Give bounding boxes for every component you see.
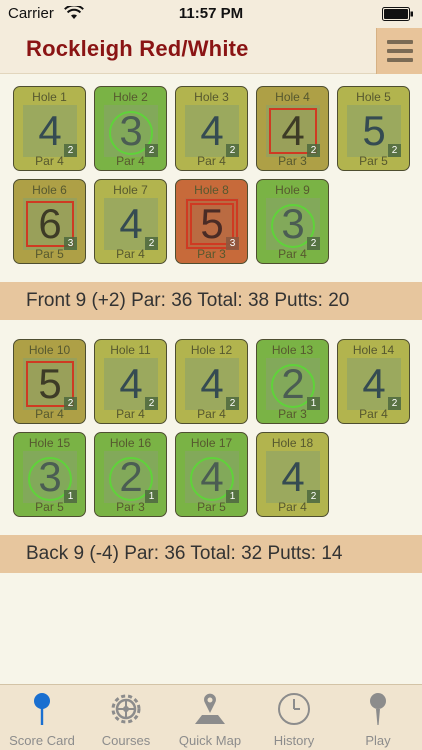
- tab-bar: Score Card Courses Quick Map History Pla…: [0, 684, 422, 750]
- hole-tile[interactable]: Hole 2 3 2 Par 4: [94, 86, 167, 171]
- hole-par-label: Par 4: [116, 247, 145, 261]
- hole-par-label: Par 4: [278, 500, 307, 514]
- hole-number-label: Hole 16: [109, 436, 152, 450]
- hole-number-label: Hole 18: [271, 436, 314, 450]
- score-box: 21: [266, 358, 320, 410]
- score-box: 41: [185, 451, 239, 503]
- hole-number-label: Hole 13: [271, 343, 314, 357]
- hole-number-label: Hole 15: [28, 436, 71, 450]
- hole-tile[interactable]: Hole 18 4 2 Par 4: [256, 432, 329, 517]
- score-box: 42: [266, 451, 320, 503]
- hole-par-label: Par 5: [35, 247, 64, 261]
- hole-number-label: Hole 7: [113, 183, 148, 197]
- hole-number-label: Hole 2: [113, 90, 148, 104]
- score-box: 31: [23, 451, 77, 503]
- front-nine-summary: Front 9 (+2) Par: 36 Total: 38 Putts: 20: [0, 282, 422, 320]
- tab-score-card[interactable]: Score Card: [0, 685, 84, 750]
- hole-par-label: Par 5: [35, 500, 64, 514]
- hole-tile[interactable]: Hole 16 2 1 Par 3: [94, 432, 167, 517]
- hole-number-label: Hole 3: [194, 90, 229, 104]
- tab-courses[interactable]: Courses: [84, 685, 168, 750]
- hole-tile[interactable]: Hole 10 5 2 Par 4: [13, 339, 86, 424]
- hole-number-label: Hole 9: [275, 183, 310, 197]
- hole-par-label: Par 4: [116, 407, 145, 421]
- hole-number-label: Hole 17: [190, 436, 233, 450]
- tab-history[interactable]: History: [252, 685, 336, 750]
- hole-par-label: Par 4: [35, 154, 64, 168]
- hole-par-label: Par 3: [116, 500, 145, 514]
- tab-label: History: [273, 733, 315, 748]
- score-box: 32: [266, 198, 320, 250]
- hole-tile[interactable]: Hole 4 4 2 Par 3: [256, 86, 329, 171]
- hole-number-label: Hole 1: [32, 90, 67, 104]
- hole-tile[interactable]: Hole 8 5 3 Par 3: [175, 179, 248, 264]
- score-box: 21: [104, 451, 158, 503]
- battery-icon: [382, 7, 413, 21]
- score-box: 53: [185, 198, 239, 250]
- hole-par-label: Par 4: [197, 407, 226, 421]
- tab-label: Quick Map: [178, 733, 242, 748]
- score-box: 42: [104, 358, 158, 410]
- hole-tile[interactable]: Hole 12 4 2 Par 4: [175, 339, 248, 424]
- score-box: 42: [185, 105, 239, 157]
- status-bar: Carrier 11:57 PM: [0, 0, 422, 28]
- hole-tile[interactable]: Hole 15 3 1 Par 5: [13, 432, 86, 517]
- hole-par-label: Par 4: [278, 247, 307, 261]
- hole-tile[interactable]: Hole 5 5 2 Par 5: [337, 86, 410, 171]
- hole-par-label: Par 5: [359, 154, 388, 168]
- course-title: Rockleigh Red/White: [26, 36, 249, 61]
- score-box: 52: [23, 358, 77, 410]
- tab-label: Score Card: [9, 733, 75, 748]
- hole-number-label: Hole 10: [28, 343, 71, 357]
- hole-number-label: Hole 14: [352, 343, 395, 357]
- pin-icon: [34, 693, 50, 725]
- hole-number-label: Hole 12: [190, 343, 233, 357]
- hole-par-label: Par 3: [197, 247, 226, 261]
- score-box: 42: [104, 198, 158, 250]
- status-time: 11:57 PM: [178, 5, 244, 22]
- hole-number-label: Hole 11: [110, 343, 151, 357]
- hole-number-label: Hole 8: [194, 183, 229, 197]
- hole-tile[interactable]: Hole 9 3 2 Par 4: [256, 179, 329, 264]
- clock-icon: [278, 693, 310, 725]
- hole-number-label: Hole 6: [32, 183, 67, 197]
- hole-par-label: Par 4: [197, 154, 226, 168]
- hole-par-label: Par 3: [278, 154, 307, 168]
- tab-play[interactable]: Play: [336, 685, 420, 750]
- hole-par-label: Par 4: [35, 407, 64, 421]
- back-nine-summary: Back 9 (-4) Par: 36 Total: 32 Putts: 14: [0, 535, 422, 573]
- tab-label: Play: [365, 733, 391, 748]
- menu-button[interactable]: [376, 28, 422, 74]
- hole-number-label: Hole 4: [275, 90, 310, 104]
- hole-tile[interactable]: Hole 1 4 2 Par 4: [13, 86, 86, 171]
- hole-tile[interactable]: Hole 14 4 2 Par 4: [337, 339, 410, 424]
- gear-icon: [111, 694, 141, 724]
- tab-label: Courses: [101, 733, 151, 748]
- score-box: 42: [266, 105, 320, 157]
- hole-tile[interactable]: Hole 11 4 2 Par 4: [94, 339, 167, 424]
- hole-tile[interactable]: Hole 3 4 2 Par 4: [175, 86, 248, 171]
- hole-number-label: Hole 5: [356, 90, 391, 104]
- tab-quick-map[interactable]: Quick Map: [168, 685, 252, 750]
- score-box: 63: [23, 198, 77, 250]
- nav-bar: Rockleigh Red/White: [0, 28, 422, 74]
- score-box: 42: [23, 105, 77, 157]
- hole-par-label: Par 3: [278, 407, 307, 421]
- map-pin-icon: [195, 693, 225, 724]
- hole-tile[interactable]: Hole 17 4 1 Par 5: [175, 432, 248, 517]
- score-box: 32: [104, 105, 158, 157]
- score-box: 42: [347, 358, 401, 410]
- score-box: 42: [185, 358, 239, 410]
- hole-tile[interactable]: Hole 6 6 3 Par 5: [13, 179, 86, 264]
- hole-par-label: Par 4: [116, 154, 145, 168]
- hole-par-label: Par 5: [197, 500, 226, 514]
- hole-tile[interactable]: Hole 13 2 1 Par 3: [256, 339, 329, 424]
- hole-tile[interactable]: Hole 7 4 2 Par 4: [94, 179, 167, 264]
- hole-par-label: Par 4: [359, 407, 388, 421]
- score-box: 52: [347, 105, 401, 157]
- golf-tee-icon: [370, 693, 386, 725]
